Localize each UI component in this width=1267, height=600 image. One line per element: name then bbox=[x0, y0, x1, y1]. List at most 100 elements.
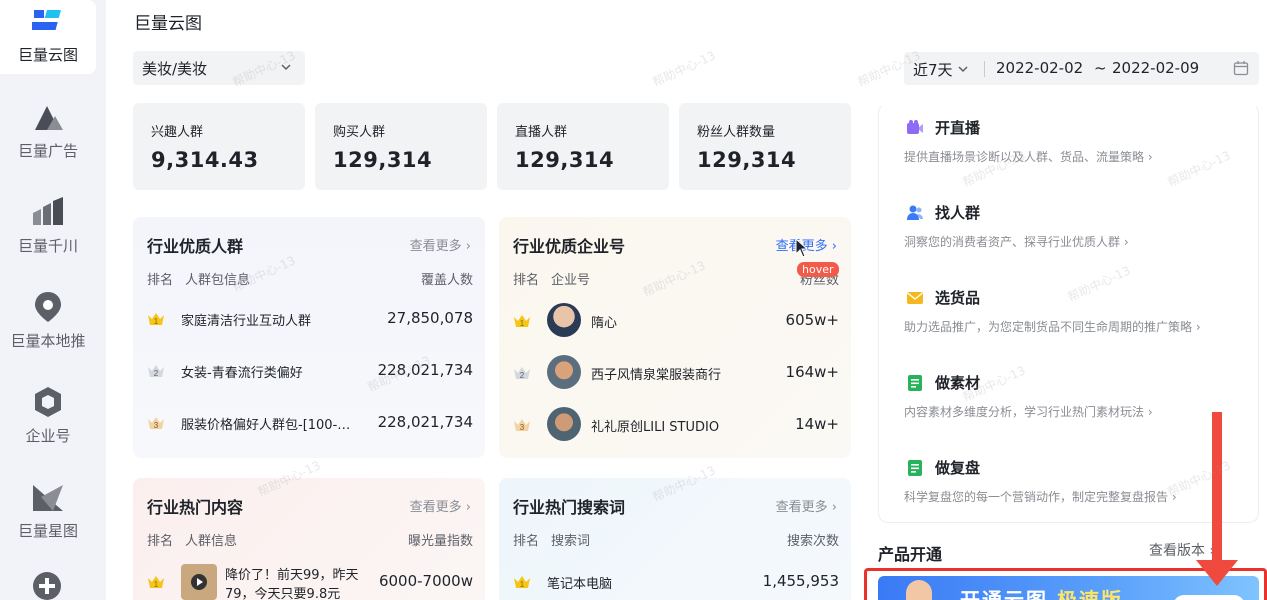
tool-title: 找人群 bbox=[935, 204, 981, 222]
play-icon bbox=[191, 574, 207, 590]
row-value: 228,021,734 bbox=[377, 361, 473, 379]
col-rank: 排名 bbox=[513, 534, 540, 549]
nav-item-xingtu[interactable]: 巨量星图 bbox=[0, 476, 96, 550]
nav-item-ad[interactable]: 巨量广告 bbox=[0, 96, 96, 170]
chevron-right-icon: › bbox=[831, 239, 837, 254]
silver-badge-icon: 2 bbox=[514, 367, 530, 380]
svg-text:1: 1 bbox=[520, 580, 525, 589]
nav-item-enterprise[interactable]: 企业号 bbox=[0, 381, 96, 455]
table-row[interactable]: 1 笔记本电脑 1,455,953 bbox=[513, 562, 839, 600]
col-rank: 排名 bbox=[147, 273, 174, 288]
tool-title: 选货品 bbox=[935, 289, 981, 307]
row-value: 14w+ bbox=[795, 415, 839, 433]
document-icon bbox=[908, 375, 922, 391]
stat-label: 兴趣人群 bbox=[151, 125, 204, 140]
row-value: 6000-7000w bbox=[378, 572, 473, 590]
tool-title: 做复盘 bbox=[935, 459, 981, 477]
nav-label: 巨量本地推 bbox=[10, 332, 86, 350]
hexagon-cube-icon bbox=[31, 385, 65, 419]
row-name: 礼礼原创LILI STUDIO bbox=[591, 420, 720, 435]
calendar-icon[interactable] bbox=[1233, 60, 1249, 76]
col-value: 覆盖人数 bbox=[420, 273, 473, 288]
date-start[interactable]: 2022-02-02 bbox=[996, 59, 1083, 77]
tools-card: 开直播 提供直播场景诊断以及人群、货品、流量策略 › 找人群 洞察您的消费者资产… bbox=[878, 103, 1259, 523]
table-row[interactable]: 1 家庭清洁行业互动人群 27,850,078 bbox=[147, 299, 473, 339]
qianchuan-bars-icon bbox=[31, 195, 65, 229]
mouse-cursor-icon bbox=[795, 238, 809, 258]
date-end[interactable]: 2022-02-09 bbox=[1112, 59, 1199, 77]
col-value: 曝光量指数 bbox=[407, 534, 473, 549]
stat-card-live: 直播人群 129,314 bbox=[497, 103, 669, 190]
yuntu-logo-icon bbox=[31, 4, 65, 38]
row-value: 164w+ bbox=[785, 363, 839, 381]
silver-badge-icon: 2 bbox=[148, 365, 164, 378]
watermark: 帮助中心-13 bbox=[650, 48, 718, 90]
row-name: 家庭清洁行业互动人群 bbox=[181, 314, 312, 329]
hot-search-panel: 行业热门搜索词 查看更多 › 排名 搜索词 搜索次数 1 笔记本电脑 1,455… bbox=[499, 478, 851, 600]
svg-text:3: 3 bbox=[520, 423, 525, 432]
svg-text:1: 1 bbox=[154, 580, 159, 589]
gold-crown-icon: 1 bbox=[514, 315, 530, 328]
nav-label: 企业号 bbox=[25, 427, 71, 445]
col-value: 搜索次数 bbox=[786, 534, 839, 549]
tool-desc: 内容素材多维度分析，学习行业热门素材玩法 › bbox=[904, 405, 1153, 419]
row-name: 女装-青春流行类偏好 bbox=[181, 366, 303, 381]
annotation-arrow-down-icon bbox=[1196, 560, 1238, 586]
date-separator: ~ bbox=[1094, 59, 1107, 77]
avatar bbox=[547, 407, 581, 441]
star-map-icon bbox=[31, 480, 65, 514]
stat-label: 粉丝人群数量 bbox=[697, 125, 776, 140]
tool-desc: 助力选品推广，为您定制货品不同生命周期的推广策略 › bbox=[904, 320, 1201, 334]
more-label: 查看更多 bbox=[775, 500, 828, 515]
table-row[interactable]: 2 西子风情泉棠服装商行 164w+ bbox=[513, 353, 839, 393]
products-more-link[interactable]: 查看版本 › bbox=[1149, 540, 1215, 560]
search-more-link[interactable]: 查看更多 › bbox=[776, 496, 837, 515]
category-select[interactable]: 美妆/美妆 bbox=[133, 51, 305, 85]
svg-text:1: 1 bbox=[154, 317, 159, 326]
avatar bbox=[547, 355, 581, 389]
table-row[interactable]: 2 女装-青春流行类偏好 228,021,734 bbox=[147, 351, 473, 391]
row-value: 605w+ bbox=[785, 311, 839, 329]
stat-value: 129,314 bbox=[697, 148, 797, 172]
stat-label: 直播人群 bbox=[515, 125, 568, 140]
nav-item-local[interactable]: 巨量本地推 bbox=[0, 286, 96, 360]
gold-crown-icon: 1 bbox=[514, 576, 530, 589]
nav-item-yuntu[interactable]: 巨量云图 bbox=[0, 0, 96, 74]
row-value: 1,455,953 bbox=[762, 572, 839, 590]
svg-text:2: 2 bbox=[520, 371, 525, 380]
stat-value: 129,314 bbox=[333, 148, 433, 172]
table-row[interactable]: 1 降价了！前天99，昨天 79，今天只要9.8元 6000-7000w bbox=[147, 562, 473, 600]
more-label: 查看更多 bbox=[409, 239, 462, 254]
page-title: 巨量云图 bbox=[134, 14, 202, 34]
audience-more-link[interactable]: 查看更多 › bbox=[410, 235, 471, 254]
table-row[interactable]: 3 礼礼原创LILI STUDIO 14w+ bbox=[513, 405, 839, 445]
table-row[interactable]: 3 服装价格偏好人群包-[100-… 228,021,734 bbox=[147, 403, 473, 443]
report-icon bbox=[908, 460, 922, 476]
date-range-select[interactable]: 近7天 bbox=[913, 59, 969, 80]
row-value: 228,021,734 bbox=[377, 413, 473, 431]
nav-item-qianchuan[interactable]: 巨量千川 bbox=[0, 191, 96, 265]
gold-crown-icon: 1 bbox=[148, 313, 164, 326]
chevron-right-icon: › bbox=[465, 500, 471, 515]
content-line1: 降价了！前天99，昨天 bbox=[225, 568, 359, 583]
hot-content-panel: 行业热门内容 查看更多 › 排名 人群信息 曝光量指数 1 降价了！前天99，昨… bbox=[133, 478, 485, 600]
row-value: 27,850,078 bbox=[387, 309, 473, 327]
more-label: 查看更多 bbox=[409, 500, 462, 515]
content-more-link[interactable]: 查看更多 › bbox=[410, 496, 471, 515]
col-name: 企业号 bbox=[551, 273, 591, 288]
tool-desc: 提供直播场景诊断以及人群、货品、流量策略 › bbox=[904, 150, 1153, 164]
date-filter[interactable]: 近7天 2022-02-02 ~ 2022-02-09 bbox=[904, 52, 1259, 85]
date-range-label: 近7天 bbox=[913, 61, 953, 79]
row-name: 西子风情泉棠服装商行 bbox=[591, 368, 722, 383]
tool-title: 开直播 bbox=[935, 119, 981, 137]
add-circle-icon[interactable] bbox=[32, 571, 62, 600]
live-camera-icon bbox=[907, 120, 923, 134]
row-name: 笔记本电脑 bbox=[547, 577, 613, 592]
location-pin-icon bbox=[31, 290, 65, 324]
envelope-icon bbox=[907, 292, 923, 304]
table-row[interactable]: 1 隋心 605w+ bbox=[513, 301, 839, 341]
stat-value: 129,314 bbox=[515, 148, 615, 172]
stat-card-fans: 粉丝人群数量 129,314 bbox=[679, 103, 851, 190]
annotation-arrow-shaft bbox=[1212, 412, 1222, 574]
nav-label: 巨量广告 bbox=[17, 142, 78, 160]
